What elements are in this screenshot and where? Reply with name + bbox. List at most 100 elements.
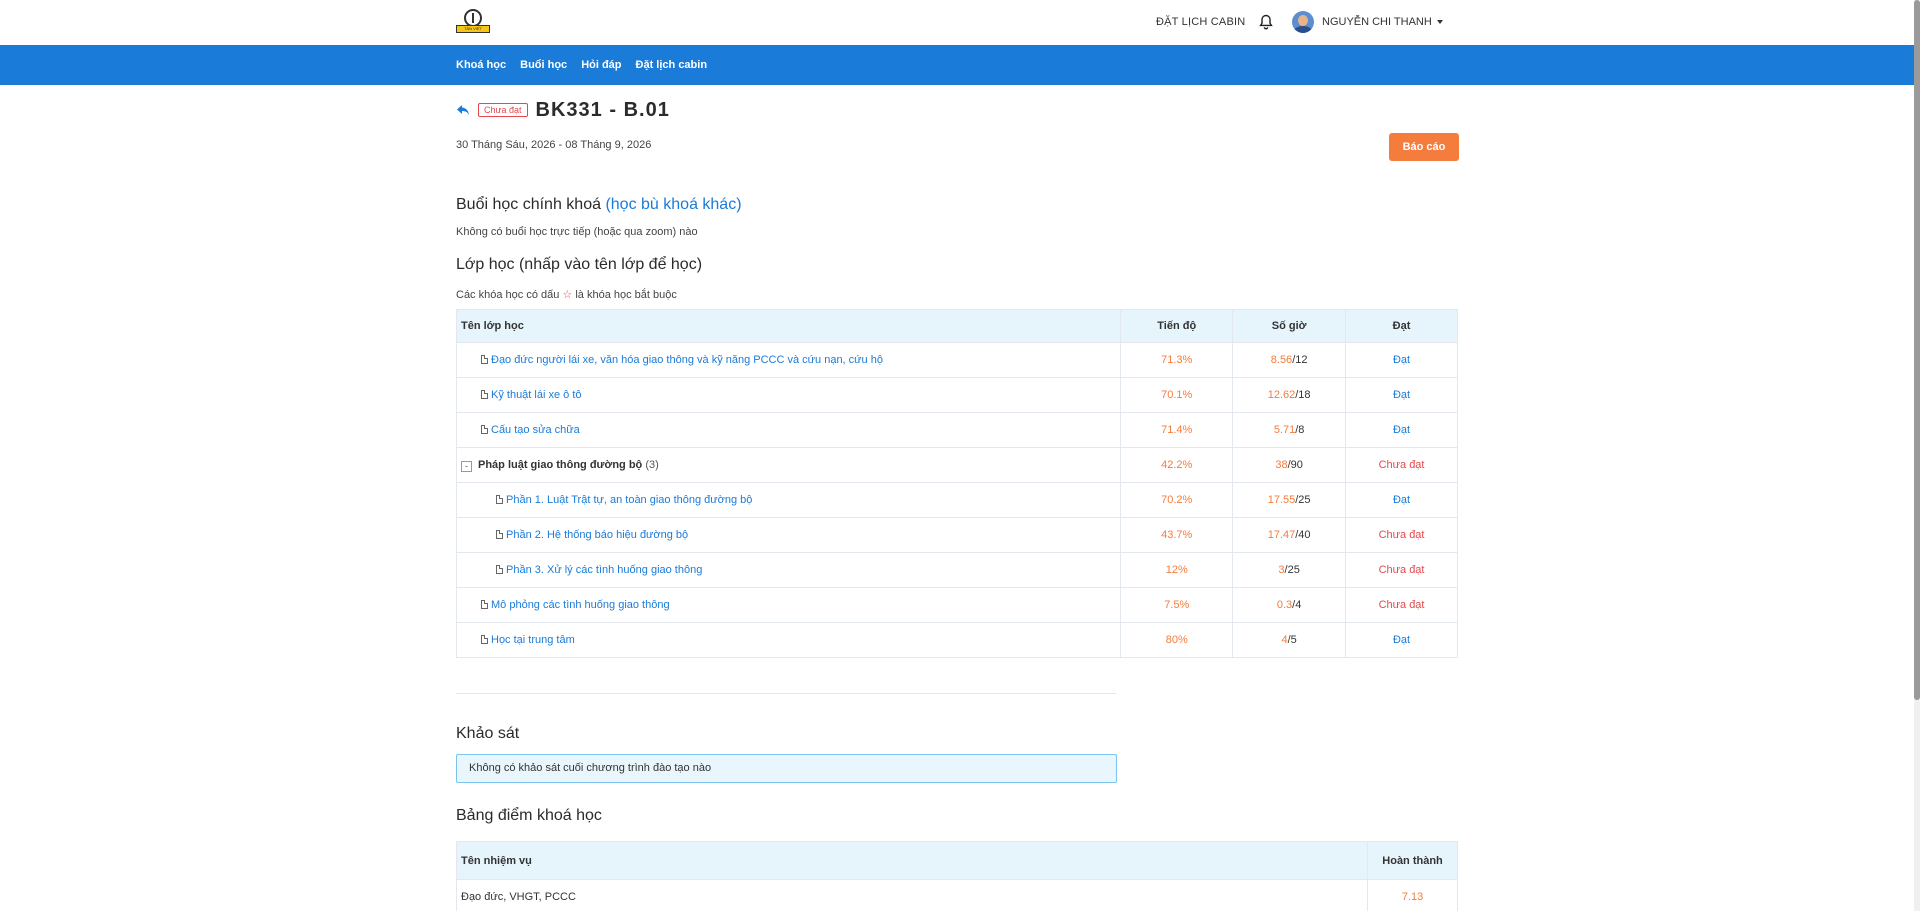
nav-item-book-cabin[interactable]: Đặt lịch cabin bbox=[636, 59, 708, 71]
progress-value: 42.2% bbox=[1120, 447, 1234, 483]
result-value: Đạt bbox=[1345, 482, 1458, 518]
hours-total: /25 bbox=[1295, 494, 1311, 506]
progress-value: 7.5% bbox=[1120, 587, 1234, 623]
avatar bbox=[1292, 11, 1314, 33]
hours-total: /4 bbox=[1292, 599, 1302, 611]
hours-total: /90 bbox=[1287, 459, 1303, 471]
classes-note-before: Các khóa học có dấu bbox=[456, 289, 560, 301]
survey-heading: Khảo sát bbox=[456, 725, 520, 742]
class-link[interactable]: Phần 1. Luật Trật tự, an toàn giao thông… bbox=[506, 494, 752, 506]
progress-value: 71.3% bbox=[1120, 342, 1234, 378]
document-icon bbox=[496, 530, 503, 539]
page-scrollbar[interactable] bbox=[1914, 0, 1920, 911]
result-value: Chưa đạt bbox=[1345, 517, 1458, 553]
document-icon bbox=[481, 390, 488, 399]
nav-item-courses[interactable]: Khoá học bbox=[456, 59, 506, 71]
progress-value: 43.7% bbox=[1120, 517, 1234, 553]
class-link[interactable]: Đạo đức người lái xe, văn hóa giao thông… bbox=[491, 354, 883, 366]
hours-done: 17.55 bbox=[1267, 494, 1296, 506]
nav-item-qa[interactable]: Hỏi đáp bbox=[581, 59, 621, 71]
report-button[interactable]: Báo cáo bbox=[1389, 133, 1459, 161]
document-icon bbox=[481, 600, 488, 609]
hours-done: 5.71 bbox=[1273, 424, 1296, 436]
table-header-row: Tên lớp học Tiến độ Số giờ Đạt bbox=[455, 309, 1458, 343]
hours-done: 12.62 bbox=[1267, 389, 1296, 401]
scores-heading: Bảng điểm khoá học bbox=[456, 807, 602, 824]
course-date-range: 30 Tháng Sáu, 2026 - 08 Tháng 9, 2026 bbox=[456, 139, 652, 151]
hours-done: 8.56 bbox=[1270, 354, 1293, 366]
hours-total: /12 bbox=[1292, 354, 1308, 366]
status-badge: Chưa đạt bbox=[478, 103, 528, 117]
section-divider bbox=[456, 693, 1116, 694]
hours-done: 38 bbox=[1275, 459, 1288, 471]
classes-heading: Lớp học (nhấp vào tên lớp để học) bbox=[456, 256, 703, 273]
class-link[interactable]: Mô phỏng các tình huống giao thông bbox=[491, 599, 670, 611]
table-row-group: - Pháp luật giao thông đường bộ (3) 42.2%… bbox=[455, 447, 1458, 483]
class-link[interactable]: Cấu tạo sửa chữa bbox=[491, 424, 580, 436]
sessions-heading-text: Buổi học chính khoá bbox=[456, 196, 601, 213]
scores-table: Tên nhiệm vụ Hoàn thành Đạo đức, VHGT, P… bbox=[455, 841, 1458, 911]
table-row: Phần 3. Xử lý các tình huống giao thông … bbox=[455, 552, 1458, 588]
class-link[interactable]: Kỹ thuật lái xe ô tô bbox=[491, 389, 582, 401]
col-task-name: Tên nhiệm vụ bbox=[455, 841, 1369, 880]
result-value: Đạt bbox=[1345, 412, 1458, 448]
book-cabin-link[interactable]: ĐẶT LỊCH CABIN bbox=[1156, 16, 1245, 28]
user-name: NGUYỄN CHI THANH bbox=[1322, 16, 1432, 28]
classes-note: Các khóa học có dấu ☆ là khóa học bắt bu… bbox=[456, 288, 677, 301]
progress-value: 12% bbox=[1120, 552, 1234, 588]
hours-total: /5 bbox=[1287, 634, 1297, 646]
result-value: Chưa đạt bbox=[1345, 587, 1458, 623]
classes-note-after: là khóa học bắt buộc bbox=[575, 289, 677, 301]
scrollbar-thumb[interactable] bbox=[1914, 0, 1920, 700]
class-link[interactable]: Phần 2. Hệ thống báo hiệu đường bộ bbox=[506, 529, 688, 541]
group-count: (3) bbox=[645, 458, 659, 471]
hours-total: /8 bbox=[1295, 424, 1305, 436]
document-icon bbox=[481, 425, 488, 434]
group-name: Pháp luật giao thông đường bộ bbox=[478, 458, 643, 471]
hours-total: /25 bbox=[1284, 564, 1300, 576]
progress-value: 80% bbox=[1120, 622, 1234, 658]
table-row: Học tại trung tâm 80% 4/5 Đạt bbox=[455, 622, 1458, 658]
user-menu[interactable]: NGUYỄN CHI THANH bbox=[1292, 11, 1443, 33]
task-score: 7.13 bbox=[1367, 879, 1458, 911]
class-link[interactable]: Học tại trung tâm bbox=[491, 634, 575, 646]
result-value: Chưa đạt bbox=[1345, 552, 1458, 588]
nav-item-sessions[interactable]: Buổi học bbox=[520, 59, 567, 71]
hours-done: 0.3 bbox=[1276, 599, 1293, 611]
hours-total: /40 bbox=[1295, 529, 1311, 541]
hours-done: 17.47 bbox=[1267, 529, 1296, 541]
document-icon bbox=[481, 355, 488, 364]
bell-icon[interactable] bbox=[1259, 14, 1273, 30]
sessions-heading: Buổi học chính khoá (học bù khoá khác) bbox=[456, 196, 742, 214]
collapse-toggle[interactable]: - bbox=[461, 460, 472, 472]
course-title-row: Chưa đạt BK331 - B.01 bbox=[456, 97, 670, 123]
table-row: Đạo đức, VHGT, PCCC 7.13 bbox=[455, 879, 1458, 911]
progress-value: 71.4% bbox=[1120, 412, 1234, 448]
document-icon bbox=[496, 495, 503, 504]
brand-logo[interactable]: TÂN VIỆT bbox=[456, 8, 490, 34]
col-class-name: Tên lớp học bbox=[455, 309, 1122, 343]
makeup-sessions-link[interactable]: (học bù khoá khác) bbox=[605, 196, 741, 213]
class-link[interactable]: Phần 3. Xử lý các tình huống giao thông bbox=[506, 564, 702, 576]
hours-total: /18 bbox=[1295, 389, 1311, 401]
logo-text: TÂN VIỆT bbox=[456, 25, 490, 33]
chevron-down-icon bbox=[1436, 20, 1443, 24]
table-row: Phần 2. Hệ thống báo hiệu đường bộ 43.7%… bbox=[455, 517, 1458, 553]
table-row: Phần 1. Luật Trật tự, an toàn giao thông… bbox=[455, 482, 1458, 518]
col-completed: Hoàn thành bbox=[1367, 841, 1458, 880]
table-header-row: Tên nhiệm vụ Hoàn thành bbox=[455, 841, 1458, 880]
sessions-empty-text: Không có buổi học trực tiếp (hoặc qua zo… bbox=[456, 226, 698, 238]
result-value: Chưa đạt bbox=[1345, 447, 1458, 483]
col-result: Đạt bbox=[1345, 309, 1458, 343]
back-arrow-icon[interactable] bbox=[456, 103, 470, 117]
survey-empty-box: Không có khảo sát cuối chương trình đào … bbox=[456, 754, 1117, 783]
main-nav: Khoá học Buổi học Hỏi đáp Đặt lịch cabin bbox=[0, 45, 1914, 85]
progress-value: 70.2% bbox=[1120, 482, 1234, 518]
document-icon bbox=[481, 635, 488, 644]
table-row: Cấu tạo sửa chữa 71.4% 5.71/8 Đạt bbox=[455, 412, 1458, 448]
document-icon bbox=[496, 565, 503, 574]
result-value: Đạt bbox=[1345, 622, 1458, 658]
star-icon: ☆ bbox=[562, 289, 573, 301]
result-value: Đạt bbox=[1345, 377, 1458, 413]
progress-value: 70.1% bbox=[1120, 377, 1234, 413]
